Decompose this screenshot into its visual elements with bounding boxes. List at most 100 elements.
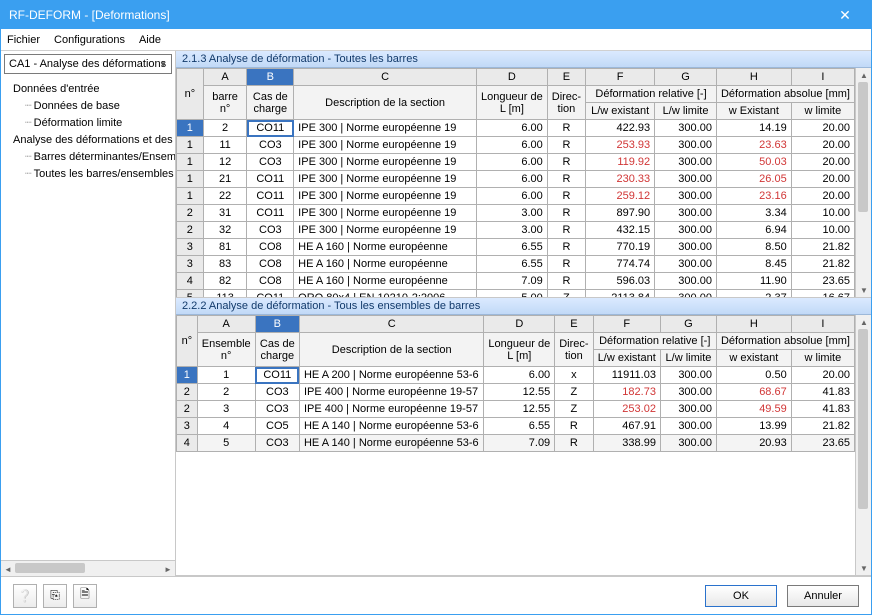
grid2[interactable]: n°ABCDEFGHIEnsemblen°Cas dechargeDescrip…	[176, 315, 855, 452]
col-letter[interactable]: I	[791, 316, 854, 333]
cell[interactable]: 23.65	[791, 273, 854, 290]
cell[interactable]: 2	[197, 384, 255, 401]
col-letter[interactable]: A	[203, 69, 247, 86]
table-row[interactable]: 22CO3IPE 400 | Norme européenne 19-5712.…	[177, 384, 855, 401]
table-row[interactable]: 122CO11IPE 300 | Norme européenne 196.00…	[177, 188, 855, 205]
cell[interactable]: R	[547, 239, 585, 256]
cell[interactable]: CO3	[247, 154, 294, 171]
col-letter[interactable]: D	[476, 69, 547, 86]
cell[interactable]: 432.15	[586, 222, 655, 239]
cell[interactable]: 21.82	[791, 256, 854, 273]
scroll-up-icon[interactable]: ▲	[856, 68, 871, 82]
cell[interactable]: 6.55	[484, 418, 555, 435]
cell[interactable]: CO11	[247, 205, 294, 222]
cell[interactable]: 300.00	[655, 222, 717, 239]
cell[interactable]: 422.93	[586, 120, 655, 137]
col-letter[interactable]: G	[660, 316, 716, 333]
row-header[interactable]: 4	[177, 273, 204, 290]
menu-help[interactable]: Aide	[139, 34, 161, 46]
table-row[interactable]: 34CO5HE A 140 | Norme européenne 53-66.5…	[177, 418, 855, 435]
cell[interactable]: 5	[197, 435, 255, 452]
col-letter[interactable]: F	[586, 69, 655, 86]
cell[interactable]: 3	[197, 401, 255, 418]
cell[interactable]: 11	[203, 137, 247, 154]
row-header[interactable]: 1	[177, 171, 204, 188]
cell[interactable]: 113	[203, 290, 247, 298]
cell[interactable]: 770.19	[586, 239, 655, 256]
cell[interactable]: 6.00	[476, 154, 547, 171]
menu-config[interactable]: Configurations	[54, 34, 125, 46]
cell[interactable]: CO8	[247, 256, 294, 273]
cell[interactable]: 300.00	[655, 256, 717, 273]
cell[interactable]: IPE 300 | Norme européenne 19	[294, 205, 477, 222]
cell[interactable]: 41.83	[791, 401, 854, 418]
table-row[interactable]: 121CO11IPE 300 | Norme européenne 196.00…	[177, 171, 855, 188]
cell[interactable]: 6.00	[476, 188, 547, 205]
cell[interactable]: 3.34	[716, 205, 791, 222]
cell[interactable]: 21.82	[791, 418, 854, 435]
cell[interactable]: CO8	[247, 239, 294, 256]
cell[interactable]: R	[555, 435, 593, 452]
cell[interactable]: 5.00	[476, 290, 547, 298]
cell[interactable]: 20.00	[791, 120, 854, 137]
col-letter[interactable]: F	[593, 316, 660, 333]
cell[interactable]: R	[547, 256, 585, 273]
col-letter[interactable]: C	[299, 316, 483, 333]
cell[interactable]: IPE 300 | Norme européenne 19	[294, 154, 477, 171]
cell[interactable]: 300.00	[660, 367, 716, 384]
cell[interactable]: HE A 160 | Norme européenne	[294, 239, 477, 256]
tree-item-deflimit[interactable]: Déformation limite	[3, 115, 173, 132]
row-header[interactable]: 3	[177, 256, 204, 273]
scroll-thumb[interactable]	[858, 329, 868, 509]
grid1-vscroll[interactable]: ▲ ▼	[855, 68, 871, 297]
cell[interactable]: 6.00	[476, 171, 547, 188]
cell[interactable]: 26.05	[716, 171, 791, 188]
scroll-down-icon[interactable]: ▼	[856, 283, 871, 297]
table-row[interactable]: 383CO8HE A 160 | Norme européenne6.55R77…	[177, 256, 855, 273]
ok-button[interactable]: OK	[705, 585, 777, 607]
cell[interactable]: 41.83	[791, 384, 854, 401]
row-header[interactable]: 1	[177, 120, 204, 137]
cell[interactable]: 253.02	[593, 401, 660, 418]
scroll-right-icon[interactable]: ►	[161, 561, 175, 577]
col-letter[interactable]: H	[716, 69, 791, 86]
cell[interactable]: 259.12	[586, 188, 655, 205]
cell[interactable]: 467.91	[593, 418, 660, 435]
tree-group-analysis[interactable]: Analyse des déformations et des fl	[3, 132, 173, 149]
cell[interactable]: 300.00	[660, 435, 716, 452]
cell[interactable]: 2.37	[716, 290, 791, 298]
cell[interactable]: 300.00	[655, 273, 717, 290]
row-header[interactable]: 1	[177, 137, 204, 154]
tree-group-input[interactable]: Données d'entrée	[3, 81, 173, 98]
col-letter[interactable]: I	[791, 69, 854, 86]
cell[interactable]: 8.50	[716, 239, 791, 256]
cell[interactable]: 6.94	[716, 222, 791, 239]
cell[interactable]: CO11	[247, 290, 294, 298]
cell[interactable]: 23.63	[716, 137, 791, 154]
case-combo[interactable]: CA1 - Analyse des déformations ▼	[4, 54, 172, 74]
cell[interactable]: 7.09	[476, 273, 547, 290]
cell[interactable]: CO8	[247, 273, 294, 290]
cell[interactable]: CO3	[247, 222, 294, 239]
col-letter[interactable]: C	[294, 69, 477, 86]
cell[interactable]: 13.99	[716, 418, 791, 435]
table-row[interactable]: 5113CO11QRO 80x4 | EN 10210-2:20065.00Z2…	[177, 290, 855, 298]
col-letter[interactable]: B	[247, 69, 294, 86]
cell[interactable]: IPE 300 | Norme européenne 19	[294, 222, 477, 239]
cell[interactable]: 596.03	[586, 273, 655, 290]
cell[interactable]: 22	[203, 188, 247, 205]
cell[interactable]: CO3	[247, 137, 294, 154]
cell[interactable]: x	[555, 367, 593, 384]
report-icon[interactable]: 🗎	[73, 584, 97, 608]
cell[interactable]: Z	[547, 290, 585, 298]
cell[interactable]: 49.59	[716, 401, 791, 418]
row-header[interactable]: 2	[177, 384, 198, 401]
cell[interactable]: 23.16	[716, 188, 791, 205]
grid2-vscroll[interactable]: ▲ ▼	[855, 315, 871, 575]
col-letter[interactable]: E	[555, 316, 593, 333]
cell[interactable]: 68.67	[716, 384, 791, 401]
cell[interactable]: R	[547, 222, 585, 239]
cell[interactable]: 300.00	[655, 188, 717, 205]
col-letter[interactable]: H	[716, 316, 791, 333]
cell[interactable]: IPE 400 | Norme européenne 19-57	[299, 384, 483, 401]
